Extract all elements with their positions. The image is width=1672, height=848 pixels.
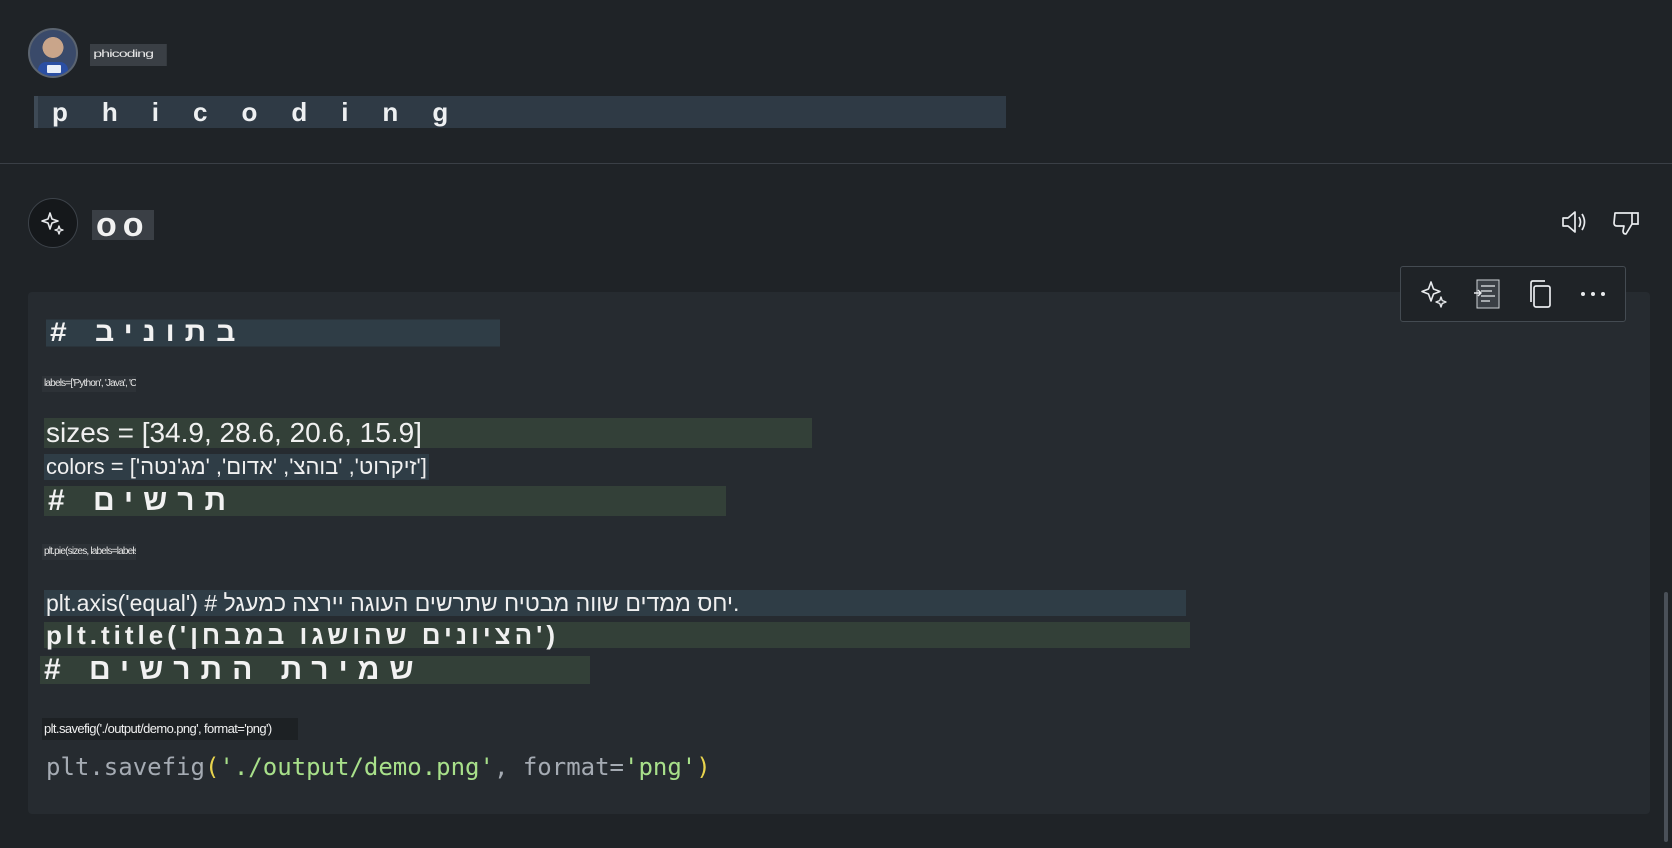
savefig-format: 'png' (624, 753, 697, 781)
speaker-icon[interactable] (1556, 204, 1592, 240)
user-message: phicoding phicoding (0, 0, 1672, 164)
code-pie-line: plt.pie(sizes, labels=labels) (42, 544, 136, 560)
more-icon[interactable] (1573, 274, 1613, 314)
savefig-fn: plt.savefig (46, 753, 205, 781)
savefig-path: './output/demo.png' (219, 753, 494, 781)
code-comment-labels: # בתוניב (46, 319, 500, 347)
code-block: # בתוניב labels=['Python', 'Java', 'C++'… (28, 292, 1650, 814)
code-labels-line: labels=['Python', 'Java', 'C++', 'JS'] (42, 376, 136, 392)
savefig-sep: , format= (493, 753, 624, 781)
code-sizes-line: sizes = [34.9, 28.6, 20.6, 15.9] (44, 418, 812, 448)
avatar[interactable] (28, 28, 78, 78)
code-savefig-line: plt.savefig('./output/demo.png', format=… (46, 752, 711, 782)
code-axis-line: plt.axis('equal') # יחס ממדים שווה מבטיח… (44, 590, 1186, 616)
thumbs-down-icon[interactable] (1608, 204, 1644, 240)
sparkle-icon[interactable] (1414, 274, 1454, 314)
code-comment-chart: # תרשים (44, 486, 726, 516)
divider (0, 163, 1672, 164)
insert-icon[interactable] (1467, 274, 1507, 314)
savefig-open: ( (204, 753, 220, 781)
savefig-close: ) (696, 753, 711, 781)
code-action-toolbar (1400, 266, 1626, 322)
code-title-line: plt.title('הציונים שהושגו במבחן') (44, 622, 1190, 648)
copy-icon[interactable] (1520, 274, 1560, 314)
chat-page: phicoding phicoding oo # בתוניב labels=[… (0, 0, 1672, 848)
scrollbar[interactable] (1664, 592, 1668, 842)
sparkle-icon (28, 198, 78, 248)
assistant-name: oo (92, 208, 154, 242)
user-prompt-text: phicoding (34, 96, 1006, 128)
user-name: phicoding (90, 44, 167, 66)
code-colors-line: colors = ['זיקרוט', 'בוהצ', 'אדום', 'מג'… (44, 454, 429, 480)
code-savefig-small: plt.savefig('./output/demo.png', format=… (42, 718, 298, 740)
code-comment-save: # שמירת התרשים (40, 655, 590, 685)
